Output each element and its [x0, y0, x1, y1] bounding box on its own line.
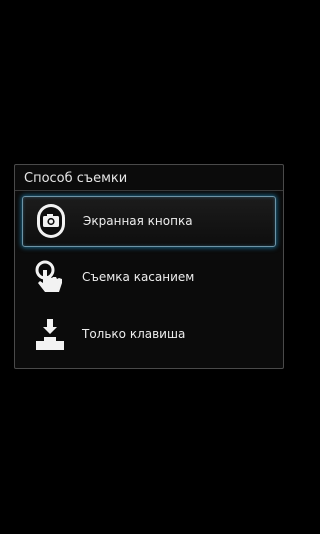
option-label: Экранная кнопка: [83, 214, 193, 228]
hardware-key-icon: [32, 316, 68, 352]
option-screen-button[interactable]: Экранная кнопка: [22, 196, 276, 247]
option-key-only[interactable]: Только клавиша: [22, 310, 276, 361]
option-label: Только клавиша: [82, 327, 186, 341]
option-touch-capture[interactable]: Съемка касанием: [22, 253, 276, 304]
option-label: Съемка касанием: [82, 270, 195, 284]
title-divider: [15, 190, 283, 191]
camera-button-icon: [33, 203, 69, 239]
dialog-title: Способ съемки: [24, 171, 128, 186]
touch-hand-icon: [32, 259, 68, 295]
capture-method-dialog: Способ съемки Экранная кнопка Съемка кас…: [14, 164, 284, 369]
